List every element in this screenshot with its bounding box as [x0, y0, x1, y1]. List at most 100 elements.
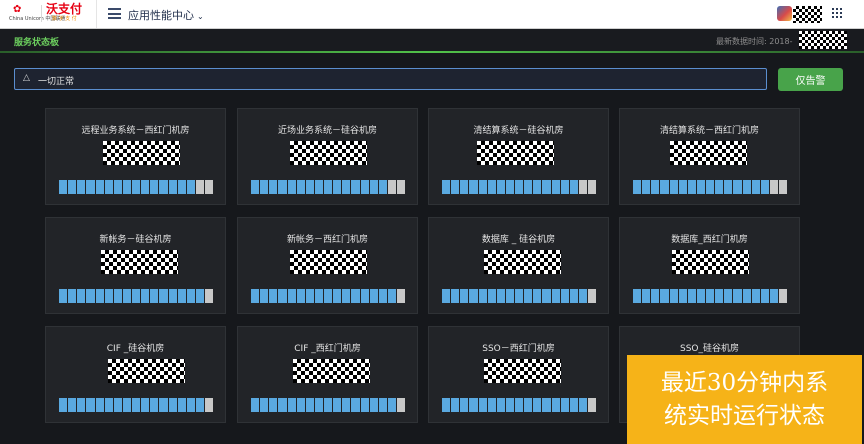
health-segment-ok: [251, 289, 260, 303]
health-segment-ok: [287, 180, 296, 194]
health-segment-ok: [251, 180, 260, 194]
health-segment-ok: [369, 180, 378, 194]
health-segment-ok: [678, 289, 687, 303]
health-segment-ok: [159, 180, 168, 194]
service-card-title: 新帐务－硅谷机房: [99, 235, 172, 245]
health-segment-ok: [551, 289, 560, 303]
health-timeline-bar: [59, 180, 214, 194]
health-timeline-bar: [251, 398, 406, 412]
health-segment-ok: [505, 398, 514, 412]
health-segment-ok: [706, 180, 715, 194]
top-navigation-bar: ✿ China Unicom 中国联通 沃支付 数 字 支 付 应用性能中心 ⌄: [0, 0, 864, 29]
health-segment-ok: [324, 289, 333, 303]
service-card[interactable]: CIF _西红门机房: [237, 326, 418, 423]
health-segment-ok: [296, 289, 305, 303]
health-timeline-bar: [442, 289, 597, 303]
wopay-logo: 沃支付 数 字 支 付: [46, 3, 86, 25]
caption-overlay: 最近30分钟内系 统实时运行状态: [627, 355, 862, 444]
health-segment-ok: [168, 289, 177, 303]
chevron-down-icon: ⌄: [197, 12, 204, 21]
health-segment-ok: [59, 180, 68, 194]
service-card[interactable]: 新帐务－西红门机房: [237, 217, 418, 314]
health-timeline-bar: [251, 180, 406, 194]
health-segment-ok: [542, 180, 551, 194]
health-segment-ok: [141, 180, 150, 194]
health-segment-ok: [296, 398, 305, 412]
health-segment-ok: [560, 180, 569, 194]
health-segment-ok: [442, 180, 451, 194]
health-segment-ok: [478, 180, 487, 194]
health-segment-ok: [642, 180, 651, 194]
health-segment-ok: [460, 398, 469, 412]
service-card-title: CIF _硅谷机房: [106, 344, 165, 354]
health-segment-ok: [551, 398, 560, 412]
health-segment-ok: [324, 398, 333, 412]
service-card[interactable]: SSO－西红门机房: [428, 326, 609, 423]
service-card-title: 近场业务系统－硅谷机房: [277, 126, 377, 136]
service-card[interactable]: 新帐务－硅谷机房: [45, 217, 226, 314]
service-card[interactable]: 数据库_西红门机房: [619, 217, 800, 314]
caption-line-1: 最近30分钟内系: [660, 370, 829, 396]
health-segment-ok: [751, 180, 760, 194]
health-segment-ok: [551, 180, 560, 194]
health-segment-ok: [560, 289, 569, 303]
health-segment-ok: [77, 289, 86, 303]
health-segment-ok: [633, 289, 642, 303]
health-segment-ok: [487, 180, 496, 194]
health-segment-no-data: [205, 180, 214, 194]
service-card[interactable]: 远程业务系统－西红门机房: [45, 108, 226, 205]
health-segment-ok: [260, 180, 269, 194]
service-card[interactable]: CIF _硅谷机房: [45, 326, 226, 423]
health-segment-no-data: [205, 289, 214, 303]
service-card-title: SSO－西红门机房: [482, 344, 555, 354]
service-card[interactable]: 清结算系统－西红门机房: [619, 108, 800, 205]
health-segment-ok: [168, 398, 177, 412]
header-accent-line: [0, 51, 864, 53]
health-timeline-bar: [59, 398, 214, 412]
health-segment-ok: [168, 180, 177, 194]
health-segment-ok: [360, 398, 369, 412]
health-segment-no-data: [779, 180, 788, 194]
health-segment-ok: [542, 289, 551, 303]
health-segment-ok: [113, 289, 122, 303]
health-segment-ok: [660, 289, 669, 303]
service-card[interactable]: 数据库 _ 硅谷机房: [428, 217, 609, 314]
alarm-only-button[interactable]: 仅告警: [778, 68, 843, 91]
health-timeline-bar: [633, 289, 788, 303]
health-segment-ok: [305, 180, 314, 194]
health-segment-ok: [141, 289, 150, 303]
health-segment-ok: [715, 289, 724, 303]
grid-icon[interactable]: [832, 8, 844, 20]
hamburger-icon[interactable]: [108, 8, 121, 19]
health-segment-ok: [278, 398, 287, 412]
health-segment-ok: [524, 398, 533, 412]
service-card-title: 新帐务－西红门机房: [286, 235, 368, 245]
health-segment-no-data: [769, 180, 778, 194]
health-segment-ok: [150, 180, 159, 194]
health-segment-ok: [542, 398, 551, 412]
health-timeline-bar: [442, 180, 597, 194]
service-card[interactable]: 近场业务系统－硅谷机房: [237, 108, 418, 205]
service-card-value-redacted: [101, 250, 178, 274]
app-switcher[interactable]: 应用性能中心 ⌄: [128, 7, 204, 23]
health-segment-ok: [159, 289, 168, 303]
health-segment-ok: [77, 180, 86, 194]
health-segment-ok: [378, 289, 387, 303]
avatar[interactable]: [777, 6, 792, 21]
overall-status-field[interactable]: △ 一切正常: [14, 68, 767, 90]
health-segment-ok: [351, 398, 360, 412]
username-redacted[interactable]: [793, 6, 822, 23]
service-card-value-redacted: [484, 359, 561, 383]
health-segment-ok: [333, 180, 342, 194]
service-card-title: 数据库 _ 硅谷机房: [481, 235, 556, 245]
header-divider: [96, 0, 97, 28]
health-segment-ok: [760, 180, 769, 194]
service-card[interactable]: 清结算系统－硅谷机房: [428, 108, 609, 205]
health-segment-ok: [451, 289, 460, 303]
health-segment-ok: [95, 398, 104, 412]
health-segment-no-data: [397, 398, 406, 412]
health-segment-ok: [260, 398, 269, 412]
service-card-value-redacted: [484, 250, 561, 274]
health-segment-ok: [769, 289, 778, 303]
page-title: 服务状态板: [14, 38, 60, 48]
